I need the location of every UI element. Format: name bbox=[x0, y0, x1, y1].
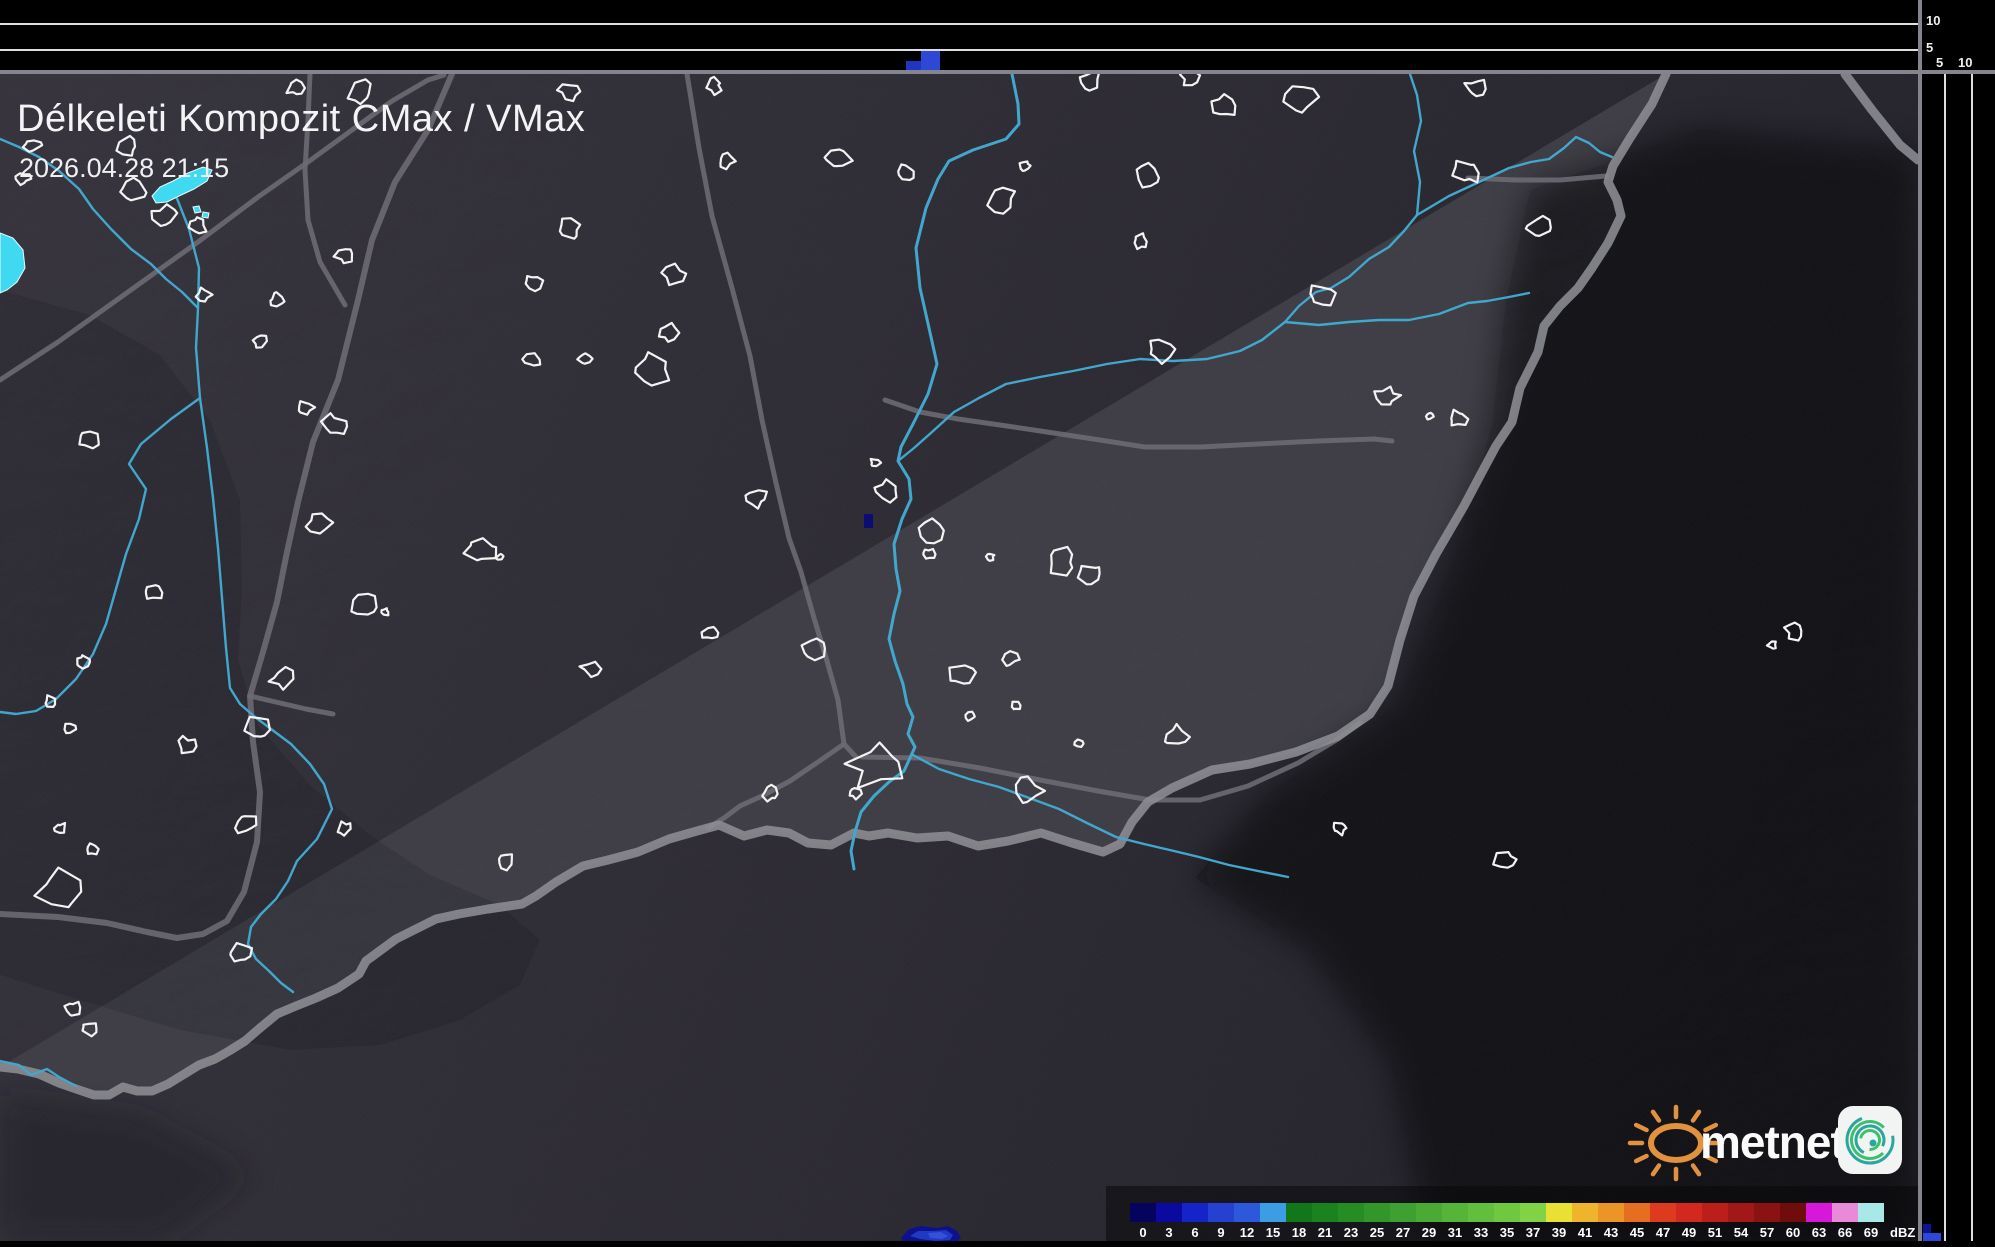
map-layers bbox=[0, 69, 1918, 1244]
radar-viewer: metnet 10 5 5 10 Délkeleti Kompozit CMax… bbox=[0, 0, 1995, 1247]
radar-map-canvas[interactable]: metnet bbox=[0, 0, 1995, 1247]
top-profile-gridline-5km bbox=[0, 49, 1918, 51]
legend-value-label: 12 bbox=[1234, 1225, 1260, 1240]
legend-color-swatch bbox=[1780, 1203, 1806, 1222]
legend-color-swatch bbox=[1754, 1203, 1780, 1222]
legend-value-label: 43 bbox=[1598, 1225, 1624, 1240]
vertical-axis-label-5: 5 bbox=[1926, 41, 1933, 54]
grain-texture bbox=[0, 74, 1918, 1241]
legend-value-label: 29 bbox=[1416, 1225, 1442, 1240]
legend-color-swatch bbox=[1208, 1203, 1234, 1222]
legend-color-swatch bbox=[1598, 1203, 1624, 1222]
metnet-app-icon bbox=[1838, 1106, 1902, 1174]
legend-value-label: 18 bbox=[1286, 1225, 1312, 1240]
legend-color-swatch bbox=[1520, 1203, 1546, 1222]
legend-color-swatch bbox=[1624, 1203, 1650, 1222]
legend-value-label: 39 bbox=[1546, 1225, 1572, 1240]
legend-value-label: 27 bbox=[1390, 1225, 1416, 1240]
lake bbox=[193, 206, 201, 213]
legend-value-label: 3 bbox=[1156, 1225, 1182, 1240]
logo-wordmark: metnet bbox=[1700, 1116, 1845, 1168]
top-panel-separator bbox=[0, 70, 1995, 74]
legend-color-swatch bbox=[1442, 1203, 1468, 1222]
legend-value-label: 47 bbox=[1650, 1225, 1676, 1240]
legend-color-swatch bbox=[1364, 1203, 1390, 1222]
top-profile-echo-bar bbox=[921, 51, 940, 70]
legend-color-swatch bbox=[1858, 1203, 1884, 1222]
legend-color-swatch bbox=[1338, 1203, 1364, 1222]
legend-color-swatch bbox=[1650, 1203, 1676, 1222]
right-panel-separator bbox=[1918, 0, 1922, 1247]
legend-value-label: 49 bbox=[1676, 1225, 1702, 1240]
legend-value-label: 33 bbox=[1468, 1225, 1494, 1240]
legend-value-label: 45 bbox=[1624, 1225, 1650, 1240]
legend-value-label: 21 bbox=[1312, 1225, 1338, 1240]
horizontal-axis-label-5: 5 bbox=[1936, 56, 1943, 69]
legend-color-swatch bbox=[1286, 1203, 1312, 1222]
legend-value-label: 54 bbox=[1728, 1225, 1754, 1240]
horizontal-axis-label-10: 10 bbox=[1958, 56, 1972, 69]
radar-echo bbox=[864, 514, 873, 528]
legend-color-swatch bbox=[1390, 1203, 1416, 1222]
legend-value-label: 41 bbox=[1572, 1225, 1598, 1240]
legend-value-label: 0 bbox=[1130, 1225, 1156, 1240]
bottom-edge bbox=[0, 1241, 1995, 1247]
right-profile-gridline-10km bbox=[1971, 74, 1973, 1247]
legend-value-label: 31 bbox=[1442, 1225, 1468, 1240]
legend-value-label: 69 bbox=[1858, 1225, 1884, 1240]
legend-value-label: 37 bbox=[1520, 1225, 1546, 1240]
top-profile-echo-bar bbox=[906, 61, 921, 70]
dbz-unit-label: dBZ bbox=[1890, 1225, 1915, 1240]
legend-color-swatch bbox=[1416, 1203, 1442, 1222]
vertical-axis-label-10: 10 bbox=[1926, 14, 1940, 27]
dbz-color-scale bbox=[1130, 1203, 1884, 1222]
lake bbox=[202, 212, 209, 218]
legend-color-swatch bbox=[1312, 1203, 1338, 1222]
legend-color-swatch bbox=[1494, 1203, 1520, 1222]
legend-color-swatch bbox=[1702, 1203, 1728, 1222]
legend-color-swatch bbox=[1546, 1203, 1572, 1222]
legend-color-swatch bbox=[1572, 1203, 1598, 1222]
legend-color-swatch bbox=[1156, 1203, 1182, 1222]
legend-color-swatch bbox=[1728, 1203, 1754, 1222]
legend-color-swatch bbox=[1260, 1203, 1286, 1222]
legend-color-swatch bbox=[1676, 1203, 1702, 1222]
legend-value-label: 51 bbox=[1702, 1225, 1728, 1240]
legend-value-label: 23 bbox=[1338, 1225, 1364, 1240]
legend-value-label: 57 bbox=[1754, 1225, 1780, 1240]
legend-color-swatch bbox=[1130, 1203, 1156, 1222]
legend-value-label: 15 bbox=[1260, 1225, 1286, 1240]
right-profile-gridline-5km bbox=[1944, 74, 1946, 1247]
legend-color-swatch bbox=[1832, 1203, 1858, 1222]
product-title: Délkeleti Kompozit CMax / VMax bbox=[17, 98, 585, 141]
legend-color-swatch bbox=[1234, 1203, 1260, 1222]
legend-value-label: 66 bbox=[1832, 1225, 1858, 1240]
legend-value-label: 60 bbox=[1780, 1225, 1806, 1240]
legend-value-label: 25 bbox=[1364, 1225, 1390, 1240]
legend-color-swatch bbox=[1182, 1203, 1208, 1222]
legend-value-label: 35 bbox=[1494, 1225, 1520, 1240]
dbz-legend: 0369121518212325272931333537394143454749… bbox=[1106, 1186, 1918, 1241]
top-profile-gridline-10km bbox=[0, 23, 1918, 25]
legend-value-label: 9 bbox=[1208, 1225, 1234, 1240]
legend-color-swatch bbox=[1806, 1203, 1832, 1222]
legend-value-label: 6 bbox=[1182, 1225, 1208, 1240]
legend-value-label: 63 bbox=[1806, 1225, 1832, 1240]
product-timestamp: 2026.04.28 21:15 bbox=[19, 153, 229, 184]
legend-color-swatch bbox=[1468, 1203, 1494, 1222]
spiral-core bbox=[1870, 1140, 1877, 1147]
right-profile-echo-bar bbox=[1923, 1224, 1931, 1233]
